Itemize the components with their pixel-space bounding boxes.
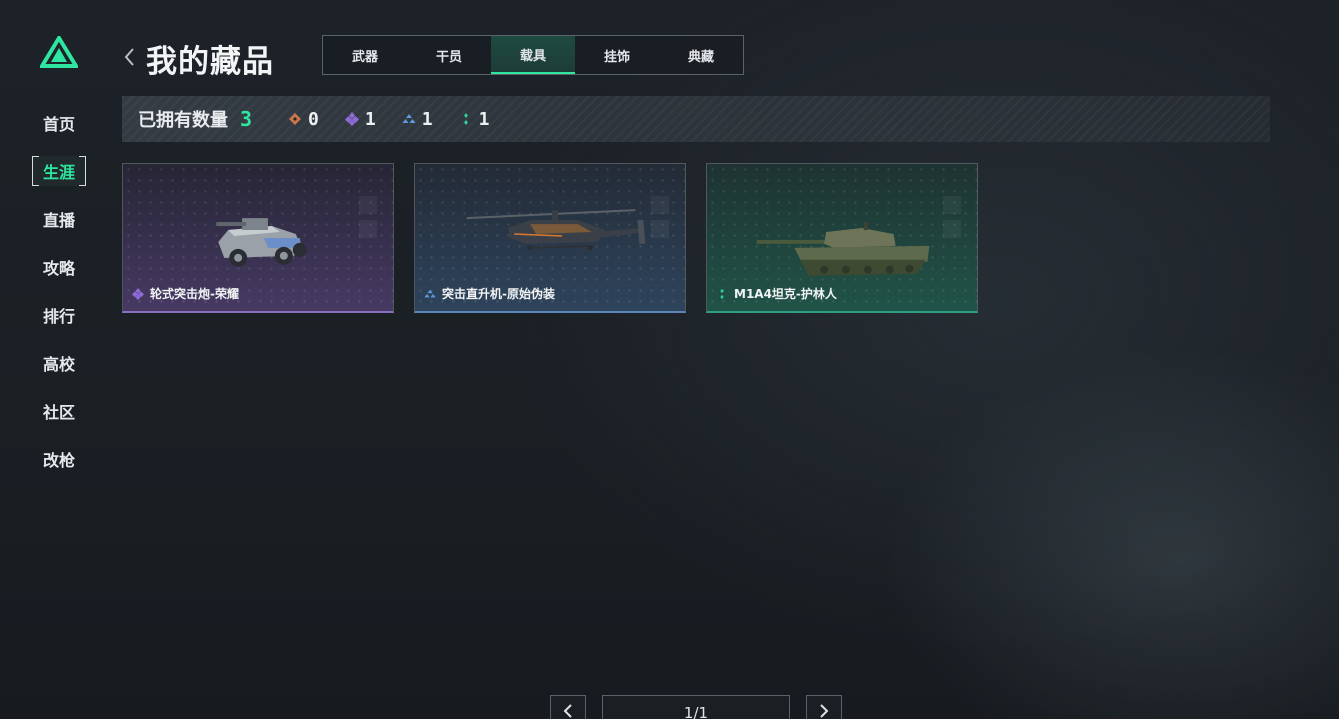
- tab-collection[interactable]: 典藏: [659, 36, 743, 74]
- triangle-blue-icon: [424, 289, 436, 297]
- sidebar-item-home[interactable]: 首页: [32, 108, 86, 138]
- armored-car-icon: [216, 218, 307, 267]
- tab-operators[interactable]: 干员: [407, 36, 491, 74]
- vehicle-card[interactable]: M1A4坦克-护林人: [706, 163, 978, 313]
- vehicle-name: M1A4坦克-护林人: [734, 287, 837, 301]
- chevron-left-icon: [563, 704, 572, 718]
- vehicle-name: 轮式突击炮-荣耀: [150, 287, 239, 301]
- sidebar-item-live[interactable]: 直播: [32, 204, 86, 234]
- sidebar-nav: 首页 生涯 直播 攻略 排行 高校 社区 改枪: [32, 108, 86, 492]
- rarity-count-value: 1: [478, 108, 490, 130]
- owned-count: 3: [240, 107, 253, 131]
- rarity-blue-count: 1: [402, 109, 433, 130]
- chevron-right-icon: [820, 704, 829, 718]
- next-page-button[interactable]: [806, 695, 842, 719]
- dots-green-icon: [463, 113, 468, 125]
- prev-page-button[interactable]: [550, 695, 586, 719]
- tab-charms[interactable]: 挂饰: [575, 36, 659, 74]
- vehicle-name: 突击直升机-原始伪装: [442, 287, 555, 301]
- rarity-green-count: 1: [459, 108, 490, 130]
- sidebar-item-rankings[interactable]: 排行: [32, 300, 86, 330]
- vehicle-card[interactable]: 轮式突击炮-荣耀: [122, 163, 394, 313]
- diamond-purple-icon: [344, 112, 359, 126]
- vehicle-name-row: M1A4坦克-护林人: [716, 285, 837, 302]
- owned-label: 已拥有数量: [138, 110, 228, 131]
- sidebar-item-gunsmith[interactable]: 改枪: [32, 444, 86, 474]
- tab-weapons[interactable]: 武器: [323, 36, 407, 74]
- rarity-purple-count: 1: [344, 108, 376, 130]
- diamond-orange-icon: [289, 113, 302, 125]
- rarity-count-value: 1: [364, 108, 376, 130]
- rarity-orange-count: 0: [288, 109, 319, 130]
- triangle-blue-icon: [402, 114, 416, 123]
- page-title: 我的藏品: [146, 44, 274, 80]
- battle-tank-icon: [756, 222, 930, 276]
- vehicle-name-row: 轮式突击炮-荣耀: [132, 285, 239, 302]
- tab-vehicles[interactable]: 载具: [491, 36, 575, 74]
- category-tabs: 武器 干员 载具 挂饰 典藏: [322, 35, 744, 75]
- vehicle-name-row: 突击直升机-原始伪装: [424, 285, 555, 302]
- vehicle-card[interactable]: 突击直升机-原始伪装: [414, 163, 686, 313]
- back-chevron-icon[interactable]: [120, 44, 138, 70]
- attack-helicopter-icon: [466, 209, 646, 251]
- sidebar-item-guides[interactable]: 攻略: [32, 252, 86, 282]
- logo-icon: [40, 36, 78, 68]
- rarity-count-value: 1: [421, 108, 433, 130]
- diamond-purple-icon: [132, 287, 144, 300]
- sidebar-item-colleges[interactable]: 高校: [32, 348, 86, 378]
- dots-green-icon: [720, 288, 724, 299]
- rarity-count-value: 0: [308, 108, 319, 130]
- owned-summary-bar: 已拥有数量 3 0 1 1 1: [122, 96, 1270, 142]
- sidebar-item-career[interactable]: 生涯: [32, 156, 86, 186]
- sidebar-item-community[interactable]: 社区: [32, 396, 86, 426]
- page-indicator: 1/1: [602, 695, 790, 719]
